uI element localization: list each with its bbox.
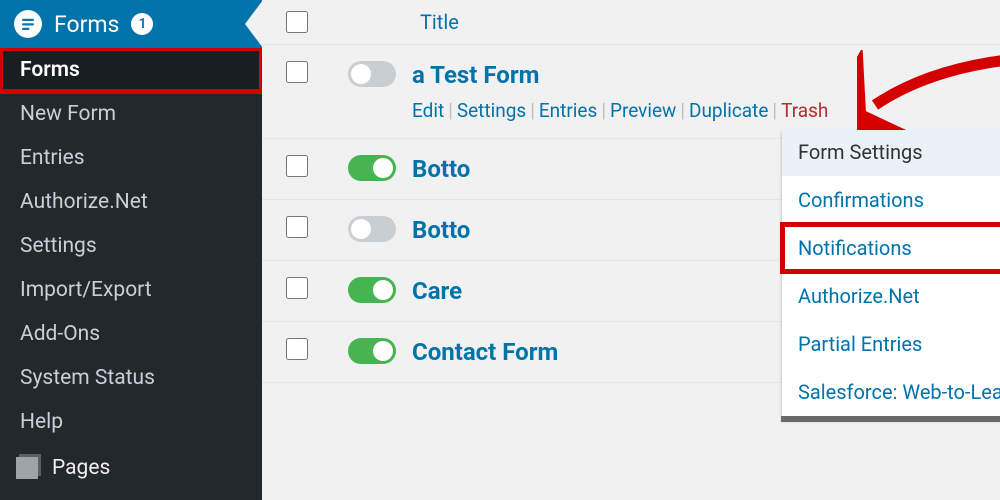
sidebar-item-add-ons[interactable]: Add-Ons — [0, 312, 262, 356]
sidebar-item-import-export[interactable]: Import/Export — [0, 268, 262, 312]
action-duplicate[interactable]: Duplicate — [689, 99, 768, 122]
dropdown-item-partial-entries[interactable]: Partial Entries — [782, 320, 1000, 368]
active-menu-arrow-icon — [245, 0, 263, 48]
form-active-toggle[interactable] — [348, 216, 396, 242]
form-title-link[interactable]: a Test Form — [412, 61, 539, 89]
sidebar-item-pages[interactable]: Pages — [0, 444, 262, 492]
dropdown-item-notifications[interactable]: Notifications — [782, 224, 1000, 272]
select-all-checkbox[interactable] — [286, 11, 308, 33]
sidebar-pages-label: Pages — [52, 456, 110, 480]
action-preview[interactable]: Preview — [610, 99, 676, 122]
sidebar-header-forms[interactable]: Forms 1 — [0, 0, 262, 48]
gravity-forms-icon — [14, 10, 42, 38]
form-active-toggle[interactable] — [348, 277, 396, 303]
dropdown-item-authorize-net[interactable]: Authorize.Net — [782, 272, 1000, 320]
row-checkbox[interactable] — [286, 277, 308, 299]
column-header-title[interactable]: Title — [412, 10, 459, 34]
table-row: a Test Form Edit|Settings|Entries|Preview… — [262, 45, 1000, 139]
forms-list-main: Title a Test Form Edit|Settings|Entries|P… — [262, 0, 1000, 500]
form-title-link[interactable]: Botto — [412, 155, 470, 183]
sidebar-item-help[interactable]: Help — [0, 400, 262, 444]
action-entries[interactable]: Entries — [539, 99, 597, 122]
action-trash[interactable]: Trash — [781, 99, 828, 122]
sidebar-item-system-status[interactable]: System Status — [0, 356, 262, 400]
sidebar-item-settings[interactable]: Settings — [0, 224, 262, 268]
action-edit[interactable]: Edit — [412, 99, 444, 122]
sidebar-item-new-form[interactable]: New Form — [0, 92, 262, 136]
sidebar-item-entries[interactable]: Entries — [0, 136, 262, 180]
settings-dropdown: Form SettingsConfirmationsNotificationsA… — [782, 128, 1000, 417]
sidebar-item-authorize-net[interactable]: Authorize.Net — [0, 180, 262, 224]
row-actions: Edit|Settings|Entries|Preview|Duplicate|… — [412, 99, 1000, 122]
form-title-link[interactable]: Botto — [412, 216, 470, 244]
form-title-link[interactable]: Contact Form — [412, 338, 558, 366]
form-title-link[interactable]: Care — [412, 277, 462, 305]
action-settings[interactable]: Settings — [457, 99, 526, 122]
dropdown-item-form-settings[interactable]: Form Settings — [782, 128, 1000, 176]
table-header: Title — [262, 0, 1000, 45]
row-checkbox[interactable] — [286, 61, 308, 83]
row-checkbox[interactable] — [286, 155, 308, 177]
pages-icon — [16, 457, 38, 479]
row-checkbox[interactable] — [286, 216, 308, 238]
sidebar-header-label: Forms — [54, 11, 119, 38]
form-active-toggle[interactable] — [348, 61, 396, 87]
update-count-badge: 1 — [131, 13, 153, 35]
dropdown-shadow — [781, 416, 1000, 422]
dropdown-item-confirmations[interactable]: Confirmations — [782, 176, 1000, 224]
admin-sidebar: Forms 1 FormsNew FormEntriesAuthorize.Ne… — [0, 0, 262, 500]
sidebar-item-forms[interactable]: Forms — [0, 48, 262, 92]
row-checkbox[interactable] — [286, 338, 308, 360]
dropdown-item-salesforce-web-to-lead[interactable]: Salesforce: Web-to-Lead — [782, 368, 1000, 416]
form-active-toggle[interactable] — [348, 338, 396, 364]
form-active-toggle[interactable] — [348, 155, 396, 181]
